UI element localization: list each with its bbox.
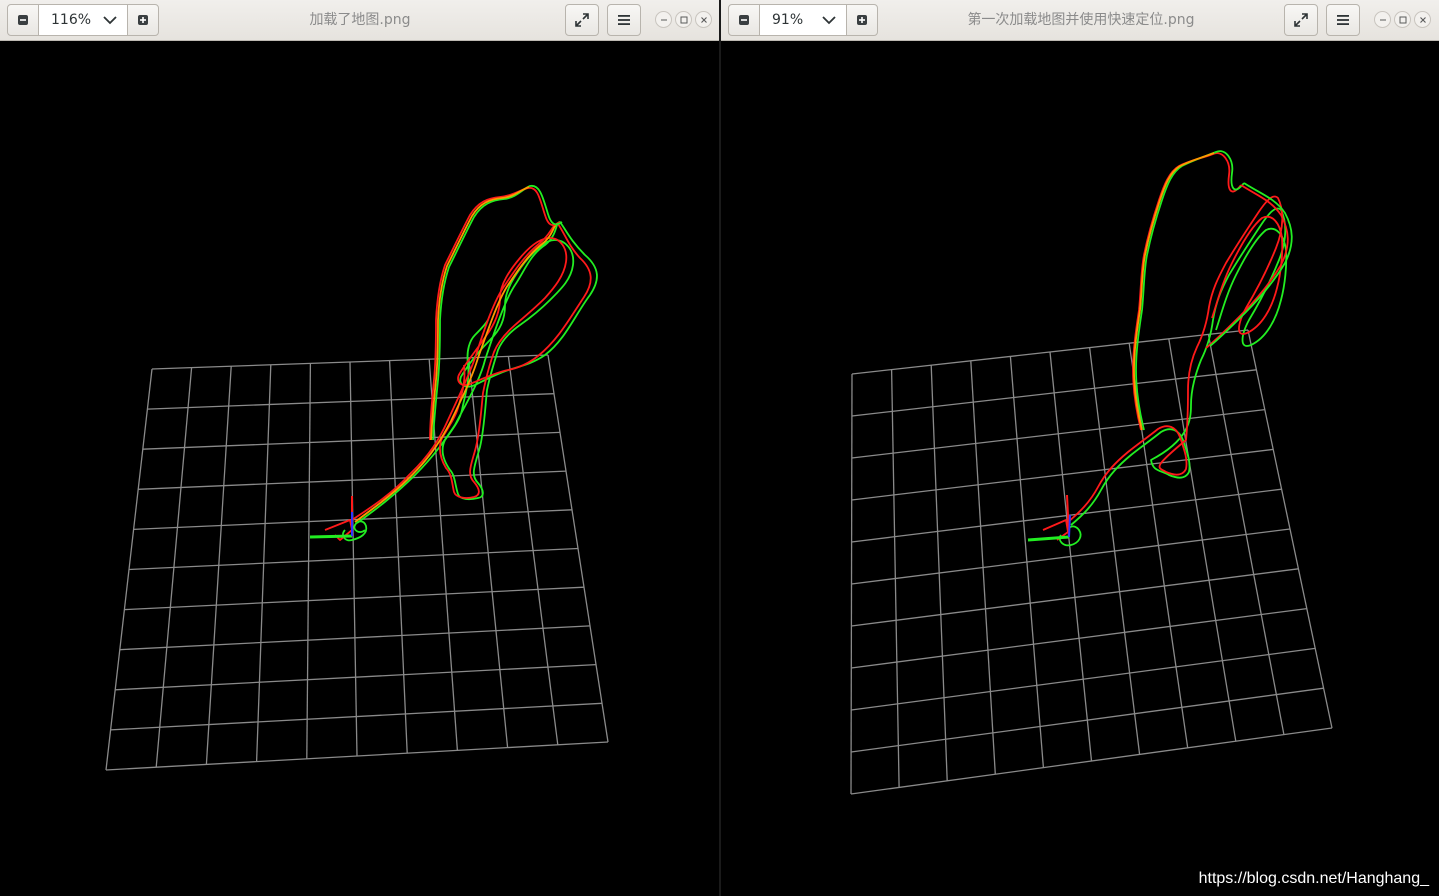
- trajectory-outer-loop-red: [1132, 152, 1242, 431]
- chevron-down-icon: [103, 16, 117, 25]
- zoom-level-combo[interactable]: 91%: [760, 4, 846, 36]
- zoom-out-button[interactable]: [7, 4, 39, 36]
- headerbar: 91% 第一次加载地图并使用快速定位.png: [721, 0, 1439, 41]
- menu-button[interactable]: [1326, 4, 1360, 36]
- origin-axes: [309, 496, 353, 539]
- minimize-button[interactable]: [655, 11, 672, 28]
- ground-grid: [105, 354, 609, 771]
- grid-line-horizontal: [851, 647, 1316, 711]
- grid-line-horizontal: [851, 408, 1265, 459]
- maximize-icon: [1399, 16, 1406, 23]
- plus-icon: [857, 15, 867, 25]
- headerbar: 116% 加载了地图.png: [0, 0, 719, 41]
- ground-grid: [850, 329, 1333, 795]
- close-button[interactable]: [1414, 11, 1431, 28]
- y-axis-marker: [309, 534, 353, 539]
- minus-icon: [739, 15, 749, 25]
- trajectory-red: [1067, 195, 1284, 523]
- maximize-button[interactable]: [675, 11, 692, 28]
- grid-line-horizontal: [851, 528, 1291, 585]
- window-title: 第一次加载地图并使用快速定位.png: [967, 12, 1195, 28]
- z-axis-marker: [1068, 514, 1071, 538]
- grid-line-horizontal: [851, 687, 1324, 753]
- fullscreen-button[interactable]: [1284, 4, 1318, 36]
- close-icon: [700, 16, 707, 23]
- image-viewer-window-right: 91% 第一次加载地图并使用快速定位.png https://blog.csdn…: [721, 0, 1439, 896]
- zoom-in-button[interactable]: [127, 4, 159, 36]
- window-title: 加载了地图.png: [309, 12, 411, 28]
- zoom-in-button[interactable]: [846, 4, 878, 36]
- rendered-image-canvas-left: [105, 185, 609, 771]
- minus-icon: [18, 15, 28, 25]
- trajectory-orange: [354, 222, 560, 523]
- fullscreen-icon: [1294, 13, 1308, 27]
- y-axis-marker: [1027, 535, 1070, 542]
- zoom-out-button[interactable]: [728, 4, 760, 36]
- trajectory-outer-loop-orange: [1133, 152, 1215, 431]
- grid-line-horizontal: [851, 568, 1299, 627]
- hamburger-menu-icon: [1337, 15, 1349, 25]
- rendered-image-canvas-right: [850, 150, 1333, 795]
- image-viewer-window-left: 116% 加载了地图.png: [0, 0, 719, 896]
- grid-line-horizontal: [851, 329, 1249, 375]
- menu-button[interactable]: [607, 4, 641, 36]
- fullscreen-button[interactable]: [565, 4, 599, 36]
- maximize-button[interactable]: [1394, 11, 1411, 28]
- trajectory-paths: [324, 185, 598, 542]
- trajectory-red: [351, 223, 592, 521]
- zoom-control: 116%: [7, 4, 159, 36]
- close-icon: [1419, 16, 1426, 23]
- minimize-button[interactable]: [1374, 11, 1391, 28]
- grid-line-horizontal: [851, 448, 1274, 501]
- fullscreen-icon: [575, 13, 589, 27]
- watermark-url: https://blog.csdn.net/Hanghang_: [1198, 870, 1429, 887]
- close-button[interactable]: [695, 11, 712, 28]
- minimize-icon: [660, 19, 667, 20]
- hamburger-menu-icon: [618, 15, 630, 25]
- plus-icon: [138, 15, 148, 25]
- zoom-level-value: 116%: [51, 12, 92, 28]
- zoom-control: 91%: [728, 4, 878, 36]
- maximize-icon: [680, 16, 687, 23]
- zoom-level-value: 91%: [772, 12, 804, 28]
- minimize-icon: [1379, 19, 1386, 20]
- trajectory-outer-loop-green: [1135, 150, 1245, 431]
- chevron-down-icon: [822, 16, 836, 25]
- zoom-level-combo[interactable]: 116%: [39, 4, 127, 36]
- grid-line-horizontal: [850, 727, 1333, 795]
- trajectory-right-loop-green: [1209, 182, 1293, 347]
